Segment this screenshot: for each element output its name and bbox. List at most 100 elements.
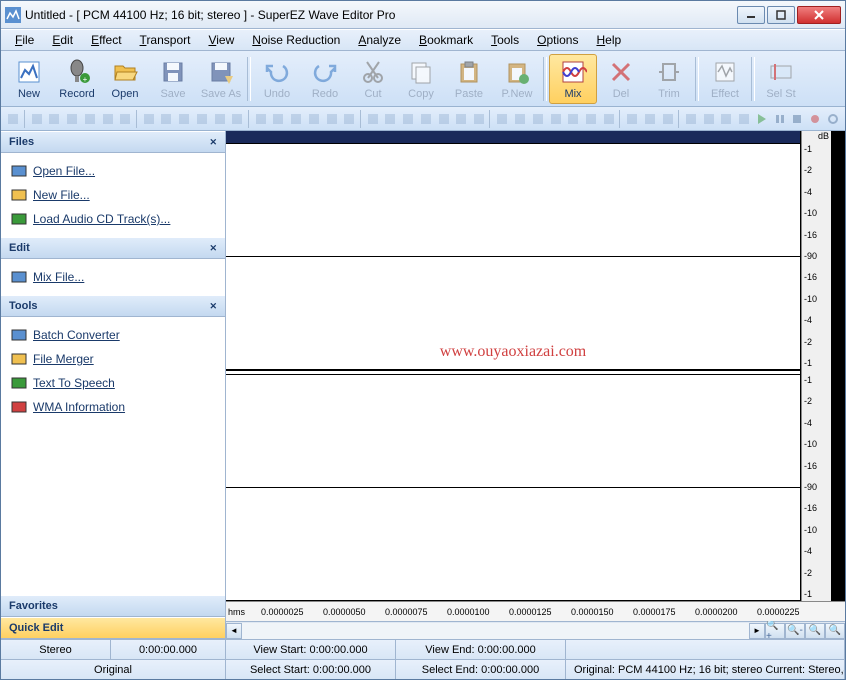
trim-button[interactable]: Trim [645,54,693,104]
small-tool-18[interactable] [341,109,358,129]
small-tool-39[interactable] [736,109,753,129]
small-tool-38[interactable] [718,109,735,129]
record-button[interactable]: +Record [53,54,101,104]
stop-icon[interactable] [789,109,806,129]
del-button[interactable]: Del [597,54,645,104]
redo-button[interactable]: Redo [301,54,349,104]
saveas-button[interactable]: Save As [197,54,245,104]
small-tool-25[interactable] [471,109,488,129]
menu-bookmark[interactable]: Bookmark [411,31,481,49]
new-button[interactable]: New [5,54,53,104]
menu-tools[interactable]: Tools [483,31,527,49]
menu-analyze[interactable]: Analyze [350,31,409,49]
menu-view[interactable]: View [200,31,242,49]
save-button[interactable]: Save [149,54,197,104]
pnew-button[interactable]: P.New [493,54,541,104]
small-tool-0[interactable] [5,109,22,129]
small-tool-28[interactable] [529,109,546,129]
menu-help[interactable]: Help [588,31,629,49]
channel-right[interactable] [226,374,800,601]
zoom-out-v-button[interactable]: 🔍 [825,623,845,639]
small-tool-35[interactable] [659,109,676,129]
small-tool-1[interactable] [28,109,45,129]
small-tool-24[interactable] [453,109,470,129]
small-tool-19[interactable] [364,109,381,129]
small-tool-7[interactable] [140,109,157,129]
small-tool-34[interactable] [641,109,658,129]
close-button[interactable] [797,6,841,24]
small-tool-16[interactable] [306,109,323,129]
wave-body[interactable]: www.ouyaoxiazai.com [226,143,800,601]
zoom-in-h-button[interactable]: 🔍+ [765,623,785,639]
small-tool-21[interactable] [400,109,417,129]
mix-button[interactable]: Mix [549,54,597,104]
small-tool-3[interactable] [64,109,81,129]
small-tool-11[interactable] [211,109,228,129]
paste-button[interactable]: Paste [445,54,493,104]
small-tool-10[interactable] [194,109,211,129]
small-tool-30[interactable] [565,109,582,129]
panel-header-favorites[interactable]: Favorites [1,595,225,617]
small-tool-15[interactable] [288,109,305,129]
panel-header-files[interactable]: Files ✕ [1,131,225,153]
panel-header-edit[interactable]: Edit ✕ [1,237,225,259]
small-tool-36[interactable] [683,109,700,129]
effect-button[interactable]: Effect [701,54,749,104]
selst-button[interactable]: Sel St [757,54,805,104]
sidebar-item-new-file-[interactable]: New File... [1,183,225,207]
small-tool-26[interactable] [494,109,511,129]
menu-file[interactable]: File [7,31,42,49]
small-tool-23[interactable] [435,109,452,129]
small-tool-31[interactable] [583,109,600,129]
small-tool-8[interactable] [158,109,175,129]
small-tool-29[interactable] [547,109,564,129]
small-tool-32[interactable] [600,109,617,129]
menu-noise-reduction[interactable]: Noise Reduction [244,31,348,49]
collapse-icon[interactable]: ✕ [209,301,217,312]
sidebar-item-file-merger[interactable]: File Merger [1,347,225,371]
undo-button[interactable]: Undo [253,54,301,104]
record-icon[interactable] [807,109,824,129]
small-tool-22[interactable] [418,109,435,129]
maximize-button[interactable] [767,6,795,24]
play-icon[interactable] [753,109,770,129]
small-tool-2[interactable] [46,109,63,129]
panel-header-quickedit[interactable]: Quick Edit [1,617,225,639]
menu-transport[interactable]: Transport [132,31,199,49]
small-tool-27[interactable] [512,109,529,129]
collapse-icon[interactable]: ✕ [209,137,217,148]
minimize-button[interactable] [737,6,765,24]
small-tool-6[interactable] [117,109,134,129]
open-button[interactable]: Open [101,54,149,104]
small-tool-37[interactable] [700,109,717,129]
scroll-right-button[interactable]: ► [749,623,765,639]
sidebar-item-load-audio-cd-track-s-[interactable]: Load Audio CD Track(s)... [1,207,225,231]
menu-options[interactable]: Options [529,31,586,49]
copy-button[interactable]: Copy [397,54,445,104]
sidebar-item-wma-information[interactable]: WMA Information [1,395,225,419]
small-tool-5[interactable] [99,109,116,129]
small-tool-17[interactable] [323,109,340,129]
wave-panel[interactable]: www.ouyaoxiazai.com [226,131,801,601]
pause-icon[interactable] [771,109,788,129]
sidebar-item-open-file-[interactable]: Open File... [1,159,225,183]
zoom-out-h-button[interactable]: 🔍- [785,623,805,639]
small-tool-4[interactable] [82,109,99,129]
channel-left[interactable] [226,143,800,370]
cut-button[interactable]: Cut [349,54,397,104]
small-tool-12[interactable] [229,109,246,129]
scroll-track[interactable] [242,623,749,639]
panel-header-tools[interactable]: Tools ✕ [1,295,225,317]
small-tool-14[interactable] [270,109,287,129]
loop-icon[interactable] [824,109,841,129]
sidebar-item-text-to-speech[interactable]: Text To Speech [1,371,225,395]
small-tool-13[interactable] [252,109,269,129]
small-tool-33[interactable] [624,109,641,129]
menu-edit[interactable]: Edit [44,31,81,49]
sidebar-item-mix-file-[interactable]: Mix File... [1,265,225,289]
sidebar-item-batch-converter[interactable]: Batch Converter [1,323,225,347]
small-tool-9[interactable] [176,109,193,129]
collapse-icon[interactable]: ✕ [209,243,217,254]
scroll-left-button[interactable]: ◄ [226,623,242,639]
small-tool-20[interactable] [382,109,399,129]
